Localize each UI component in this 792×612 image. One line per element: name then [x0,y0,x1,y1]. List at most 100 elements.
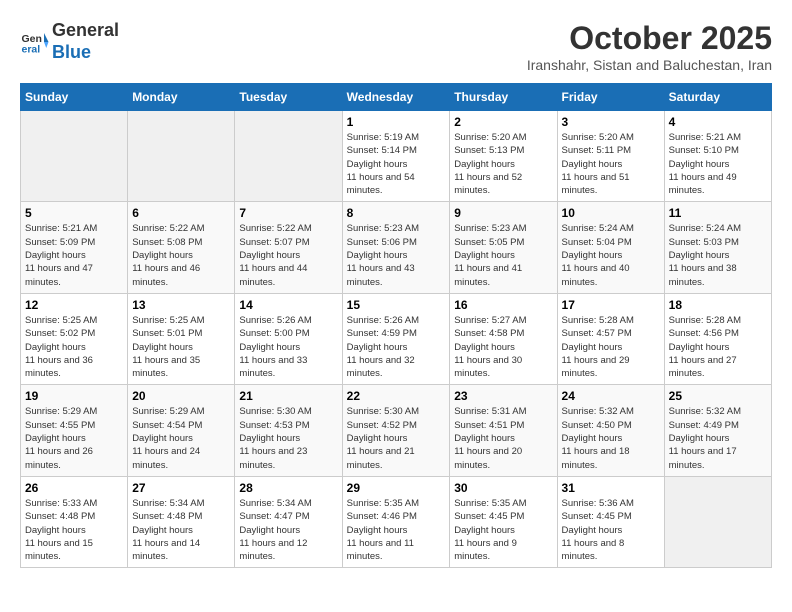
weekday-header-row: SundayMondayTuesdayWednesdayThursdayFrid… [21,84,772,111]
sunrise-label: Sunrise: 5:22 AM [132,223,204,234]
day-number: 3 [562,115,660,129]
sunset-label: Sunset: 4:48 PM [132,511,202,522]
calendar-cell: 20 Sunrise: 5:29 AM Sunset: 4:54 PM Dayl… [128,385,235,476]
day-number: 27 [132,481,230,495]
calendar-cell: 16 Sunrise: 5:27 AM Sunset: 4:58 PM Dayl… [450,293,557,384]
day-number: 17 [562,298,660,312]
calendar-cell: 4 Sunrise: 5:21 AM Sunset: 5:10 PM Dayli… [664,111,771,202]
daylight-value: 11 hours and 38 minutes. [669,263,737,287]
logo-text: General Blue [52,20,119,63]
daylight-label: Daylight hours [562,433,623,444]
daylight-value: 11 hours and 54 minutes. [347,172,415,196]
sunrise-label: Sunrise: 5:21 AM [25,223,97,234]
day-number: 9 [454,206,552,220]
daylight-label: Daylight hours [669,159,730,170]
day-info: Sunrise: 5:35 AM Sunset: 4:46 PM Dayligh… [347,497,446,563]
calendar-cell: 24 Sunrise: 5:32 AM Sunset: 4:50 PM Dayl… [557,385,664,476]
calendar-cell: 22 Sunrise: 5:30 AM Sunset: 4:52 PM Dayl… [342,385,450,476]
sunrise-label: Sunrise: 5:28 AM [669,315,741,326]
day-number: 18 [669,298,767,312]
calendar-cell [664,476,771,567]
day-info: Sunrise: 5:23 AM Sunset: 5:05 PM Dayligh… [454,222,552,288]
logo: Gen eral General Blue [20,20,119,63]
daylight-label: Daylight hours [239,250,300,261]
daylight-label: Daylight hours [132,525,193,536]
sunset-label: Sunset: 5:14 PM [347,145,417,156]
sunset-label: Sunset: 5:00 PM [239,328,309,339]
sunrise-label: Sunrise: 5:24 AM [562,223,634,234]
calendar-cell: 28 Sunrise: 5:34 AM Sunset: 4:47 PM Dayl… [235,476,342,567]
sunrise-label: Sunrise: 5:32 AM [669,406,741,417]
day-number: 28 [239,481,337,495]
sunset-label: Sunset: 4:59 PM [347,328,417,339]
day-info: Sunrise: 5:32 AM Sunset: 4:49 PM Dayligh… [669,405,767,471]
weekday-header-thursday: Thursday [450,84,557,111]
daylight-value: 11 hours and 26 minutes. [25,446,93,470]
day-number: 4 [669,115,767,129]
calendar-cell: 8 Sunrise: 5:23 AM Sunset: 5:06 PM Dayli… [342,202,450,293]
day-number: 30 [454,481,552,495]
calendar-cell: 7 Sunrise: 5:22 AM Sunset: 5:07 PM Dayli… [235,202,342,293]
sunset-label: Sunset: 5:06 PM [347,237,417,248]
daylight-label: Daylight hours [347,433,408,444]
sunset-label: Sunset: 4:45 PM [562,511,632,522]
daylight-value: 11 hours and 24 minutes. [132,446,200,470]
title-block: October 2025 Iranshahr, Sistan and Baluc… [527,20,772,73]
sunrise-label: Sunrise: 5:20 AM [562,132,634,143]
day-number: 16 [454,298,552,312]
day-number: 12 [25,298,123,312]
sunrise-label: Sunrise: 5:27 AM [454,315,526,326]
day-number: 2 [454,115,552,129]
sunset-label: Sunset: 4:46 PM [347,511,417,522]
week-row-2: 5 Sunrise: 5:21 AM Sunset: 5:09 PM Dayli… [21,202,772,293]
daylight-label: Daylight hours [669,342,730,353]
sunset-label: Sunset: 5:04 PM [562,237,632,248]
daylight-label: Daylight hours [25,342,86,353]
daylight-label: Daylight hours [132,342,193,353]
day-info: Sunrise: 5:29 AM Sunset: 4:55 PM Dayligh… [25,405,123,471]
daylight-label: Daylight hours [454,159,515,170]
day-info: Sunrise: 5:22 AM Sunset: 5:07 PM Dayligh… [239,222,337,288]
calendar-cell: 1 Sunrise: 5:19 AM Sunset: 5:14 PM Dayli… [342,111,450,202]
day-info: Sunrise: 5:24 AM Sunset: 5:03 PM Dayligh… [669,222,767,288]
day-info: Sunrise: 5:21 AM Sunset: 5:09 PM Dayligh… [25,222,123,288]
daylight-value: 11 hours and 27 minutes. [669,355,737,379]
day-number: 23 [454,389,552,403]
daylight-label: Daylight hours [347,342,408,353]
daylight-label: Daylight hours [454,433,515,444]
day-number: 8 [347,206,446,220]
calendar-cell: 30 Sunrise: 5:35 AM Sunset: 4:45 PM Dayl… [450,476,557,567]
calendar-cell: 19 Sunrise: 5:29 AM Sunset: 4:55 PM Dayl… [21,385,128,476]
sunset-label: Sunset: 4:56 PM [669,328,739,339]
day-info: Sunrise: 5:30 AM Sunset: 4:53 PM Dayligh… [239,405,337,471]
daylight-value: 11 hours and 36 minutes. [25,355,93,379]
day-info: Sunrise: 5:26 AM Sunset: 5:00 PM Dayligh… [239,314,337,380]
daylight-value: 11 hours and 14 minutes. [132,538,200,562]
sunset-label: Sunset: 4:50 PM [562,420,632,431]
sunrise-label: Sunrise: 5:25 AM [25,315,97,326]
day-info: Sunrise: 5:24 AM Sunset: 5:04 PM Dayligh… [562,222,660,288]
daylight-value: 11 hours and 33 minutes. [239,355,307,379]
calendar-cell: 15 Sunrise: 5:26 AM Sunset: 4:59 PM Dayl… [342,293,450,384]
sunrise-label: Sunrise: 5:28 AM [562,315,634,326]
sunrise-label: Sunrise: 5:35 AM [347,498,419,509]
day-info: Sunrise: 5:19 AM Sunset: 5:14 PM Dayligh… [347,131,446,197]
day-info: Sunrise: 5:26 AM Sunset: 4:59 PM Dayligh… [347,314,446,380]
sunrise-label: Sunrise: 5:23 AM [454,223,526,234]
sunset-label: Sunset: 4:57 PM [562,328,632,339]
sunset-label: Sunset: 5:10 PM [669,145,739,156]
page-header: Gen eral General Blue October 2025 Irans… [20,20,772,73]
day-info: Sunrise: 5:28 AM Sunset: 4:57 PM Dayligh… [562,314,660,380]
calendar-cell: 13 Sunrise: 5:25 AM Sunset: 5:01 PM Dayl… [128,293,235,384]
daylight-label: Daylight hours [454,525,515,536]
svg-text:eral: eral [22,43,41,55]
daylight-value: 11 hours and 43 minutes. [347,263,415,287]
day-number: 29 [347,481,446,495]
sunrise-label: Sunrise: 5:20 AM [454,132,526,143]
sunset-label: Sunset: 5:05 PM [454,237,524,248]
calendar-cell: 31 Sunrise: 5:36 AM Sunset: 4:45 PM Dayl… [557,476,664,567]
sunset-label: Sunset: 4:58 PM [454,328,524,339]
sunrise-label: Sunrise: 5:34 AM [239,498,311,509]
calendar-cell: 29 Sunrise: 5:35 AM Sunset: 4:46 PM Dayl… [342,476,450,567]
week-row-4: 19 Sunrise: 5:29 AM Sunset: 4:55 PM Dayl… [21,385,772,476]
